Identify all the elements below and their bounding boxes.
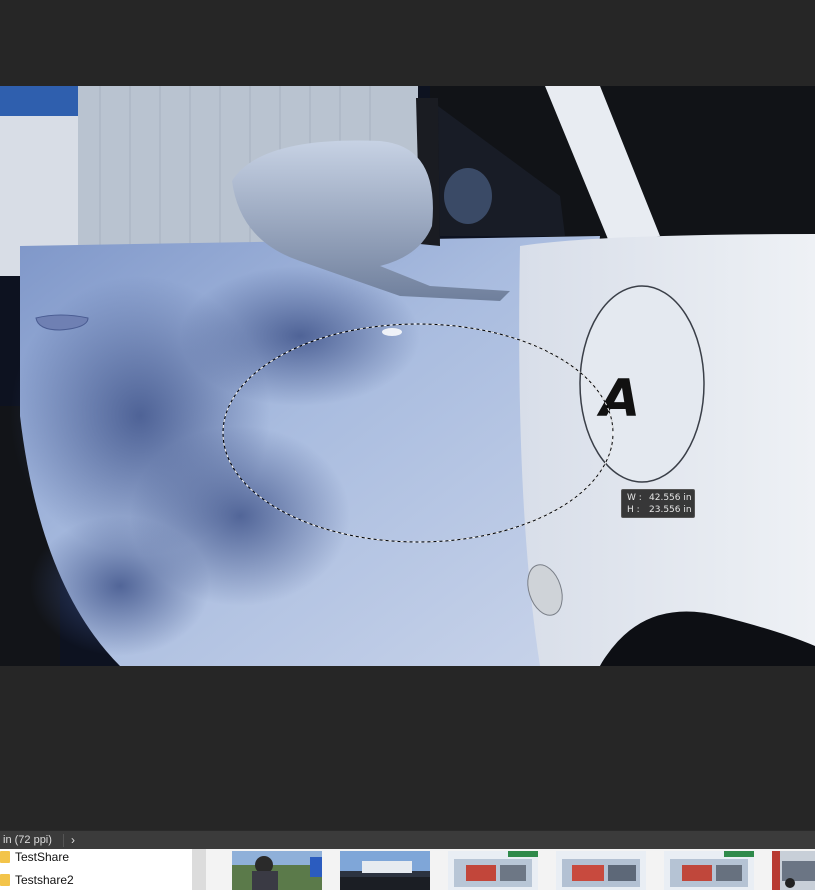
photo-thumbnail[interactable]: [232, 851, 322, 890]
folder-item-testshare[interactable]: TestShare: [0, 849, 192, 868]
document-resolution: in (72 ppi): [3, 834, 52, 846]
canvas-workspace: A W : 42.556 in H : 23.556 in: [0, 0, 815, 830]
height-label: H :: [627, 505, 640, 515]
photo-thumbnail[interactable]: [556, 851, 646, 890]
selection-width: W : 42.556 in: [627, 492, 694, 504]
folder-icon: [0, 874, 10, 886]
folder-icon: [0, 851, 10, 863]
folder-list: TestShare Testshare2: [0, 849, 192, 890]
chevron-right-icon[interactable]: ›: [71, 831, 75, 850]
width-value: 42.556 in: [649, 493, 692, 503]
file-browser-panel: TestShare Testshare2: [0, 849, 815, 890]
selection-height: H : 23.556 in: [627, 504, 694, 516]
photo-thumbnail[interactable]: [664, 851, 754, 890]
panel-scrollbar[interactable]: [192, 849, 206, 890]
folder-label: Testshare2: [15, 873, 74, 887]
photo-thumbnail[interactable]: [448, 851, 538, 890]
status-bar: in (72 ppi) ›: [0, 830, 815, 850]
height-value: 23.556 in: [649, 505, 692, 515]
document-image[interactable]: A: [0, 86, 815, 666]
status-divider: [63, 834, 64, 847]
photo-thumbnail[interactable]: [772, 851, 815, 890]
width-label: W :: [627, 493, 642, 503]
svg-text:A: A: [596, 369, 640, 429]
selection-size-readout: W : 42.556 in H : 23.556 in: [621, 489, 695, 518]
folder-label: TestShare: [15, 850, 70, 864]
photo-thumbnail[interactable]: [340, 851, 430, 890]
folder-item-testshare2[interactable]: Testshare2: [0, 869, 192, 890]
